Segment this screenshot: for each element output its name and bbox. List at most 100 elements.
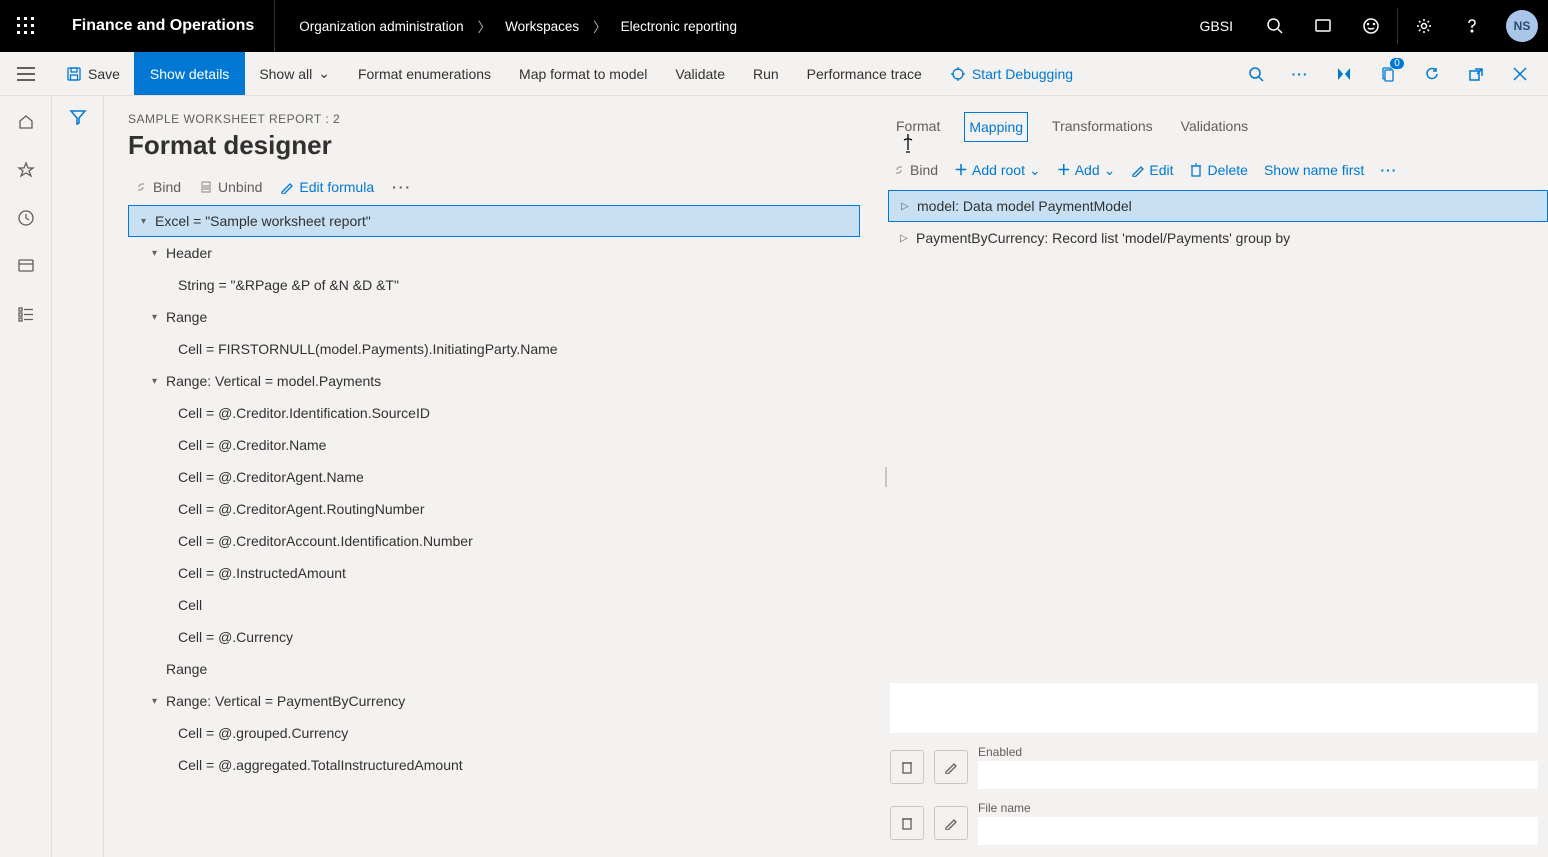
tree-row[interactable]: ▾Range: Vertical = PaymentByCurrency xyxy=(128,685,860,717)
more-actions-button[interactable]: ··· xyxy=(1282,56,1318,92)
tree-row[interactable]: ▾Range xyxy=(128,301,860,333)
tree-row[interactable]: ▾Excel = "Sample worksheet report" xyxy=(128,205,860,237)
tree-row[interactable]: Cell = @.Creditor.Identification.SourceI… xyxy=(128,397,860,429)
tree-row[interactable]: Cell = @.CreditorAgent.Name xyxy=(128,461,860,493)
expand-icon[interactable]: ▷ xyxy=(900,233,916,244)
tree-label: Cell = @.InstructedAmount xyxy=(178,565,346,581)
tree-row[interactable]: Cell = @.aggregated.TotalInstructuredAmo… xyxy=(128,749,860,781)
org-name: GBSI xyxy=(1182,18,1251,34)
expand-icon[interactable]: ▷ xyxy=(901,201,917,212)
hamburger-button[interactable] xyxy=(0,67,52,81)
chevron-right-icon: 〉 xyxy=(593,16,607,36)
filename-field[interactable] xyxy=(978,817,1538,845)
show-details-button[interactable]: Show details xyxy=(134,52,245,95)
delete-filename-button[interactable] xyxy=(890,806,924,840)
breadcrumb-item[interactable]: Workspaces xyxy=(505,19,579,34)
sidebar-favorites[interactable] xyxy=(6,152,46,188)
map-bind-button[interactable]: Bind xyxy=(892,162,938,178)
bind-button[interactable]: Bind xyxy=(134,179,181,195)
tree-label: Cell = @.Creditor.Name xyxy=(178,437,326,453)
blank-field xyxy=(890,683,1538,733)
expand-icon[interactable]: ▾ xyxy=(152,376,166,387)
expand-icon[interactable]: ▾ xyxy=(152,696,166,707)
tree-label: Header xyxy=(166,245,212,261)
tree-label: Excel = "Sample worksheet report" xyxy=(155,213,371,229)
app-launcher-button[interactable] xyxy=(0,17,52,35)
sidebar-home[interactable] xyxy=(6,104,46,140)
tree-row[interactable]: Cell xyxy=(128,589,860,621)
delete-enabled-button[interactable] xyxy=(890,750,924,784)
breadcrumb-item[interactable]: Electronic reporting xyxy=(621,19,737,34)
save-button[interactable]: Save xyxy=(52,52,134,95)
sidebar-modules[interactable] xyxy=(6,296,46,332)
search-button[interactable] xyxy=(1251,0,1299,52)
tab-mapping[interactable]: Mapping xyxy=(964,112,1028,142)
run-button[interactable]: Run xyxy=(739,52,793,95)
map-format-button[interactable]: Map format to model xyxy=(505,52,661,95)
messages-button[interactable] xyxy=(1299,0,1347,52)
start-debugging-button[interactable]: Start Debugging xyxy=(936,52,1087,95)
tree-label: Range xyxy=(166,661,207,677)
show-all-button[interactable]: Show all ⌄ xyxy=(245,52,344,95)
tab-transformations[interactable]: Transformations xyxy=(1048,112,1157,142)
close-button[interactable] xyxy=(1502,56,1538,92)
help-button[interactable] xyxy=(1448,0,1496,52)
tab-validations[interactable]: Validations xyxy=(1177,112,1252,142)
chevron-down-icon: ⌄ xyxy=(318,65,330,82)
tab-format[interactable]: Format xyxy=(892,112,944,142)
expand-icon[interactable]: ▾ xyxy=(152,312,166,323)
expand-icon[interactable]: ▾ xyxy=(152,248,166,259)
tree-row[interactable]: Cell = @.CreditorAgent.RoutingNumber xyxy=(128,493,860,525)
tree-row[interactable]: String = "&RPage &P of &N &D &T" xyxy=(128,269,860,301)
tree-label: Cell = @.aggregated.TotalInstructuredAmo… xyxy=(178,757,463,773)
page-title: Format designer xyxy=(128,130,860,161)
sidebar-workspaces[interactable] xyxy=(6,248,46,284)
map-tree-row[interactable]: ▷PaymentByCurrency: Record list 'model/P… xyxy=(888,222,1548,254)
map-more-button[interactable]: ··· xyxy=(1380,162,1397,178)
attach-badge: 0 xyxy=(1390,58,1404,69)
tree-row[interactable]: ▾Range: Vertical = model.Payments xyxy=(128,365,860,397)
tree-row[interactable]: Cell = FIRSTORNULL(model.Payments).Initi… xyxy=(128,333,860,365)
tree-label: Range xyxy=(166,309,207,325)
feedback-button[interactable] xyxy=(1347,0,1395,52)
tree-row[interactable]: Cell = @.InstructedAmount xyxy=(128,557,860,589)
tree-row[interactable]: Cell = @.Creditor.Name xyxy=(128,429,860,461)
validate-button[interactable]: Validate xyxy=(661,52,739,95)
filename-label: File name xyxy=(978,801,1538,815)
tree-row[interactable]: Cell = @.CreditorAccount.Identification.… xyxy=(128,525,860,557)
show-name-first-button[interactable]: Show name first xyxy=(1264,162,1364,178)
map-edit-button[interactable]: Edit xyxy=(1131,162,1173,178)
filter-button[interactable] xyxy=(69,108,87,857)
refresh-button[interactable] xyxy=(1414,56,1450,92)
edit-formula-button[interactable]: Edit formula xyxy=(280,179,374,195)
unbind-button[interactable]: Unbind xyxy=(199,179,262,195)
map-label: model: Data model PaymentModel xyxy=(917,198,1132,214)
tree-label: Cell = @.grouped.Currency xyxy=(178,725,348,741)
avatar[interactable]: NS xyxy=(1506,10,1538,42)
fit-button[interactable] xyxy=(1326,56,1362,92)
add-button[interactable]: ＋ Add ⌄ xyxy=(1057,160,1116,180)
map-tree-row[interactable]: ▷model: Data model PaymentModel xyxy=(888,190,1548,222)
edit-filename-button[interactable] xyxy=(934,806,968,840)
performance-trace-button[interactable]: Performance trace xyxy=(793,52,936,95)
attach-button[interactable]: 0 xyxy=(1370,56,1406,92)
toolbar-search-button[interactable] xyxy=(1238,56,1274,92)
more-button[interactable]: ··· xyxy=(392,179,412,195)
edit-enabled-button[interactable] xyxy=(934,750,968,784)
tree-row[interactable]: Cell = @.grouped.Currency xyxy=(128,717,860,749)
tree-label: Cell xyxy=(178,597,202,613)
add-root-button[interactable]: ＋ Add root ⌄ xyxy=(954,160,1041,180)
tree-row[interactable]: Cell = @.Currency xyxy=(128,621,860,653)
sidebar-recent[interactable] xyxy=(6,200,46,236)
settings-button[interactable] xyxy=(1400,0,1448,52)
expand-icon[interactable]: ▾ xyxy=(141,216,155,227)
tree-label: Cell = @.CreditorAccount.Identification.… xyxy=(178,533,473,549)
format-enumerations-button[interactable]: Format enumerations xyxy=(344,52,505,95)
popout-button[interactable] xyxy=(1458,56,1494,92)
tree-row[interactable]: ▾Header xyxy=(128,237,860,269)
breadcrumb-item[interactable]: Organization administration xyxy=(299,19,463,34)
tree-label: Cell = @.Creditor.Identification.SourceI… xyxy=(178,405,430,421)
map-delete-button[interactable]: Delete xyxy=(1189,162,1247,178)
tree-row[interactable]: Range xyxy=(128,653,860,685)
enabled-field[interactable] xyxy=(978,761,1538,789)
